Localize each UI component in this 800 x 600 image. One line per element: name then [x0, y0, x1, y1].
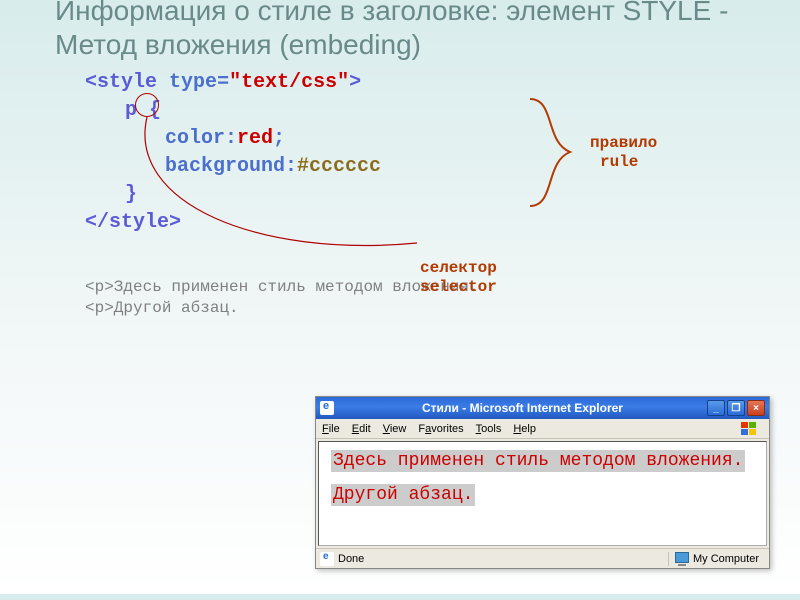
sample-line-2: <p>Другой абзац.	[85, 298, 800, 319]
browser-window: Стили - Microsoft Internet Explorer _ ❐ …	[315, 396, 770, 569]
angle-close2: >	[169, 211, 181, 234]
annotation-rule-ru: правило	[590, 134, 657, 153]
browser-titlebar: Стили - Microsoft Internet Explorer _ ❐ …	[316, 397, 769, 419]
semicolon: ;	[273, 127, 285, 150]
equals: =	[217, 71, 229, 94]
browser-content: Здесь применен стиль методом вложения. Д…	[318, 441, 767, 546]
annotation-sel-en: selector	[420, 278, 497, 297]
selector-highlight-circle	[135, 93, 159, 117]
status-ie-icon	[320, 552, 334, 566]
computer-icon	[675, 552, 689, 566]
slash: /	[97, 211, 109, 234]
angle-close: >	[349, 71, 361, 94]
menu-file[interactable]: File	[322, 423, 340, 435]
rendered-paragraph-2: Другой абзац.	[331, 484, 475, 506]
menu-favorites[interactable]: Favorites	[418, 423, 463, 435]
rendered-paragraph-1: Здесь применен стиль методом вложения.	[331, 450, 745, 472]
browser-menubar: File Edit View Favorites Tools Help	[316, 419, 769, 439]
menu-view[interactable]: View	[383, 423, 407, 435]
menu-edit[interactable]: Edit	[352, 423, 371, 435]
annotation-rule: правило rule	[590, 134, 657, 172]
prop-background: background	[165, 155, 285, 178]
menu-tools[interactable]: Tools	[476, 423, 502, 435]
window-buttons: _ ❐ ×	[707, 400, 765, 416]
val-red: red	[237, 127, 273, 150]
windows-flag-icon	[733, 420, 763, 438]
status-zone: My Computer	[668, 552, 765, 566]
slide-title: Информация о стиле в заголовке: элемент …	[0, 0, 800, 61]
annotation-rule-en: rule	[590, 153, 657, 172]
val-hex: #cccccc	[297, 155, 381, 178]
prop-color: color	[165, 127, 225, 150]
ie-icon	[320, 401, 334, 415]
angle-open2: <	[85, 211, 97, 234]
type-attr: type	[169, 71, 217, 94]
browser-title-text: Стили - Microsoft Internet Explorer	[338, 401, 707, 415]
minimize-button[interactable]: _	[707, 400, 725, 416]
annotation-selector: селектор selector	[420, 259, 497, 297]
browser-statusbar: Done My Computer	[316, 548, 769, 568]
type-value: "text/css"	[229, 71, 349, 94]
maximize-button[interactable]: ❐	[727, 400, 745, 416]
status-done-text: Done	[338, 553, 364, 565]
code-example: <style type="text/css"> p { color:red; b…	[85, 69, 800, 237]
status-done: Done	[320, 552, 668, 566]
annotation-sel-ru: селектор	[420, 259, 497, 278]
menu-help[interactable]: Help	[513, 423, 536, 435]
colon: :	[225, 127, 237, 150]
style-tag-open: style	[97, 71, 157, 94]
close-button[interactable]: ×	[747, 400, 765, 416]
brace-close: }	[125, 183, 137, 206]
colon2: :	[285, 155, 297, 178]
angle-open: <	[85, 71, 97, 94]
status-zone-text: My Computer	[693, 553, 759, 565]
style-tag-close: style	[109, 211, 169, 234]
